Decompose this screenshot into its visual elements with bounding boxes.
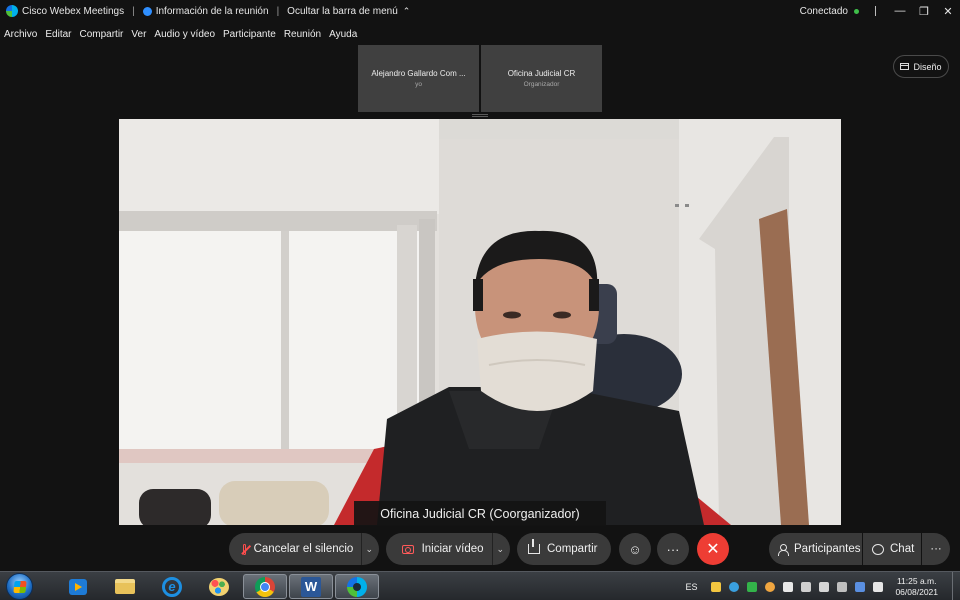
mic-muted-icon: [243, 543, 246, 555]
bluetooth-icon[interactable]: [855, 581, 866, 592]
restore-button[interactable]: ❐: [912, 5, 936, 18]
connection-status: Conectado: [799, 5, 848, 17]
participant-thumbnail-self[interactable]: Alejandro Gallardo Com ... yo: [358, 45, 479, 112]
unmute-button[interactable]: Cancelar el silencio ⌄: [229, 533, 379, 565]
unmute-label: Cancelar el silencio: [253, 543, 354, 555]
system-clock[interactable]: 11:25 a.m. 06/08/2021: [895, 576, 938, 598]
chat-label: Chat: [890, 543, 915, 555]
volume-icon[interactable]: [819, 581, 830, 592]
thumbnail-role: Organizador: [523, 81, 560, 88]
folder-icon: [115, 579, 135, 594]
thumbnail-name: Alejandro Gallardo Com ...: [371, 69, 466, 78]
taskbar-word[interactable]: W: [289, 574, 333, 599]
webex-icon: [347, 576, 367, 597]
more-dots-icon: ···: [666, 541, 680, 557]
paint-icon: [209, 577, 229, 596]
word-icon: W: [301, 576, 321, 597]
app-title: Cisco Webex Meetings: [22, 5, 125, 17]
share-icon: [528, 539, 540, 554]
close-window-button[interactable]: ✕: [936, 5, 960, 18]
start-video-button[interactable]: Iniciar vídeo ⌄: [386, 533, 510, 565]
chrome-icon: [255, 576, 275, 597]
hide-menu-bar-button[interactable]: Ocultar la barra de menú: [287, 6, 398, 17]
media-player-icon: [69, 578, 87, 595]
info-icon: [142, 6, 152, 16]
taskbar-paint[interactable]: [197, 574, 241, 599]
menu-editar[interactable]: Editar: [45, 29, 71, 40]
windows-taskbar: e W ES 11:25 a.m. 06/08/2021: [0, 571, 960, 600]
share-label: Compartir: [547, 543, 598, 555]
language-indicator[interactable]: ES: [685, 582, 697, 592]
menu-bar: Archivo Editar Compartir Ver Audio y víd…: [0, 25, 361, 43]
update-icon[interactable]: [729, 581, 740, 592]
title-divider: [875, 6, 876, 16]
leave-meeting-button[interactable]: ✕: [697, 533, 729, 565]
layout-button-label: Diseño: [913, 61, 942, 72]
show-desktop-button[interactable]: [952, 572, 960, 600]
clock-time: 11:25 a.m.: [896, 575, 937, 586]
menu-ayuda[interactable]: Ayuda: [329, 29, 357, 40]
system-tray: ES 11:25 a.m. 06/08/2021: [685, 572, 960, 600]
chevron-down-icon[interactable]: ⌄: [496, 544, 504, 555]
menu-reunion[interactable]: Reunión: [284, 29, 321, 40]
title-separator: |: [132, 5, 135, 17]
layout-button[interactable]: Diseño: [893, 55, 949, 78]
menu-archivo[interactable]: Archivo: [4, 29, 37, 40]
usb-device-icon[interactable]: [801, 581, 812, 592]
participant-thumbnail-organizer[interactable]: Oficina Judicial CR Organizador: [481, 45, 602, 112]
minimize-button[interactable]: —: [888, 5, 912, 17]
action-center-flag-icon[interactable]: [873, 581, 884, 592]
reactions-button[interactable]: ☺: [619, 533, 651, 565]
network-signal-icon[interactable]: [837, 581, 848, 592]
title-bar-right: Conectado — ❐ ✕: [800, 0, 960, 22]
taskbar-internet-explorer[interactable]: e: [150, 574, 194, 599]
start-video-label: Iniciar vídeo: [421, 543, 484, 555]
taskbar-chrome[interactable]: [243, 574, 287, 599]
pill-divider: [491, 533, 493, 565]
chevron-up-icon[interactable]: ⌃: [403, 6, 411, 17]
antivirus-icon[interactable]: [747, 581, 758, 592]
connected-status-dot-icon: [854, 8, 859, 14]
active-speaker-label: Oficina Judicial CR (Coorganizador): [354, 501, 606, 526]
menu-compartir[interactable]: Compartir: [79, 29, 123, 40]
share-button[interactable]: Compartir: [517, 533, 611, 565]
participants-label: Participantes: [794, 543, 861, 555]
main-video-feed: [119, 119, 841, 525]
security-shield-icon[interactable]: [711, 581, 722, 592]
layout-icon: [900, 63, 910, 70]
smiley-icon: ☺: [628, 541, 642, 557]
menu-ver[interactable]: Ver: [131, 29, 146, 40]
menu-participante[interactable]: Participante: [223, 29, 276, 40]
printer-icon[interactable]: [783, 581, 794, 592]
webex-logo-icon: [6, 5, 18, 17]
chat-bubble-icon: [872, 543, 884, 555]
panels-more-button[interactable]: ···: [922, 533, 950, 565]
more-dots-icon: ···: [930, 543, 942, 555]
title-separator: |: [276, 5, 280, 17]
video-off-icon: [402, 544, 414, 554]
thumbnail-role: yo: [415, 81, 422, 88]
chat-panel-button[interactable]: Chat: [863, 533, 921, 565]
internet-explorer-icon: e: [162, 576, 182, 597]
chevron-down-icon[interactable]: ⌄: [365, 544, 373, 555]
thumbnail-name: Oficina Judicial CR: [507, 69, 576, 78]
meeting-info-link[interactable]: Información de la reunión: [156, 6, 269, 17]
participants-icon: [778, 543, 789, 556]
title-bar: Cisco Webex Meetings | Información de la…: [0, 0, 960, 22]
start-button[interactable]: [6, 573, 33, 600]
taskbar-webex[interactable]: [335, 574, 379, 599]
taskbar-file-explorer[interactable]: [103, 574, 147, 599]
video-frame-image: [119, 119, 841, 525]
menu-audio-video[interactable]: Audio y vídeo: [154, 29, 215, 40]
messenger-icon[interactable]: [765, 581, 776, 592]
participants-panel-button[interactable]: Participantes: [769, 533, 862, 565]
close-icon: ✕: [706, 541, 720, 558]
clock-date: 06/08/2021: [895, 586, 938, 597]
thumbnail-resize-handle[interactable]: [472, 114, 488, 117]
more-options-button[interactable]: ···: [657, 533, 689, 565]
taskbar-media-player[interactable]: [56, 574, 100, 599]
